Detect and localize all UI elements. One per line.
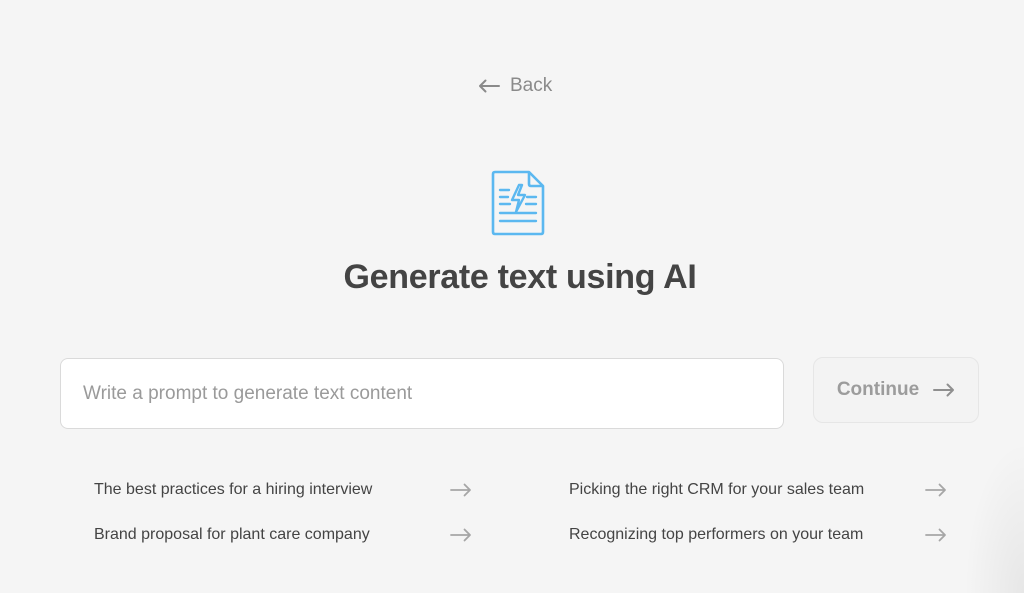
- prompt-input[interactable]: [60, 358, 784, 429]
- suggestion-label: Brand proposal for plant care company: [94, 526, 370, 543]
- arrow-right-icon: [925, 483, 946, 497]
- suggestion-label: Recognizing top performers on your team: [569, 526, 864, 543]
- suggestion-item[interactable]: Brand proposal for plant care company: [94, 522, 472, 548]
- continue-button[interactable]: Continue: [813, 357, 979, 423]
- back-link[interactable]: Back: [478, 72, 552, 100]
- suggestion-item[interactable]: The best practices for a hiring intervie…: [94, 477, 472, 503]
- page: Back Generate text using AI Continue The…: [0, 0, 1024, 593]
- continue-label: Continue: [836, 379, 920, 400]
- arrow-right-icon: [933, 383, 955, 397]
- arrow-left-icon: [479, 79, 500, 93]
- suggestion-label: Picking the right CRM for your sales tea…: [569, 481, 865, 498]
- arrow-right-icon: [450, 483, 471, 497]
- ai-document-icon: [491, 170, 545, 236]
- arrow-right-icon: [925, 528, 946, 542]
- page-title: Generate text using AI: [343, 258, 697, 296]
- suggestion-item[interactable]: Recognizing top performers on your team: [569, 522, 947, 548]
- suggestion-item[interactable]: Picking the right CRM for your sales tea…: [569, 477, 947, 503]
- suggestion-label: The best practices for a hiring intervie…: [94, 481, 373, 498]
- back-label: Back: [510, 75, 553, 96]
- arrow-right-icon: [450, 528, 471, 542]
- edge-shadow: [964, 440, 1024, 593]
